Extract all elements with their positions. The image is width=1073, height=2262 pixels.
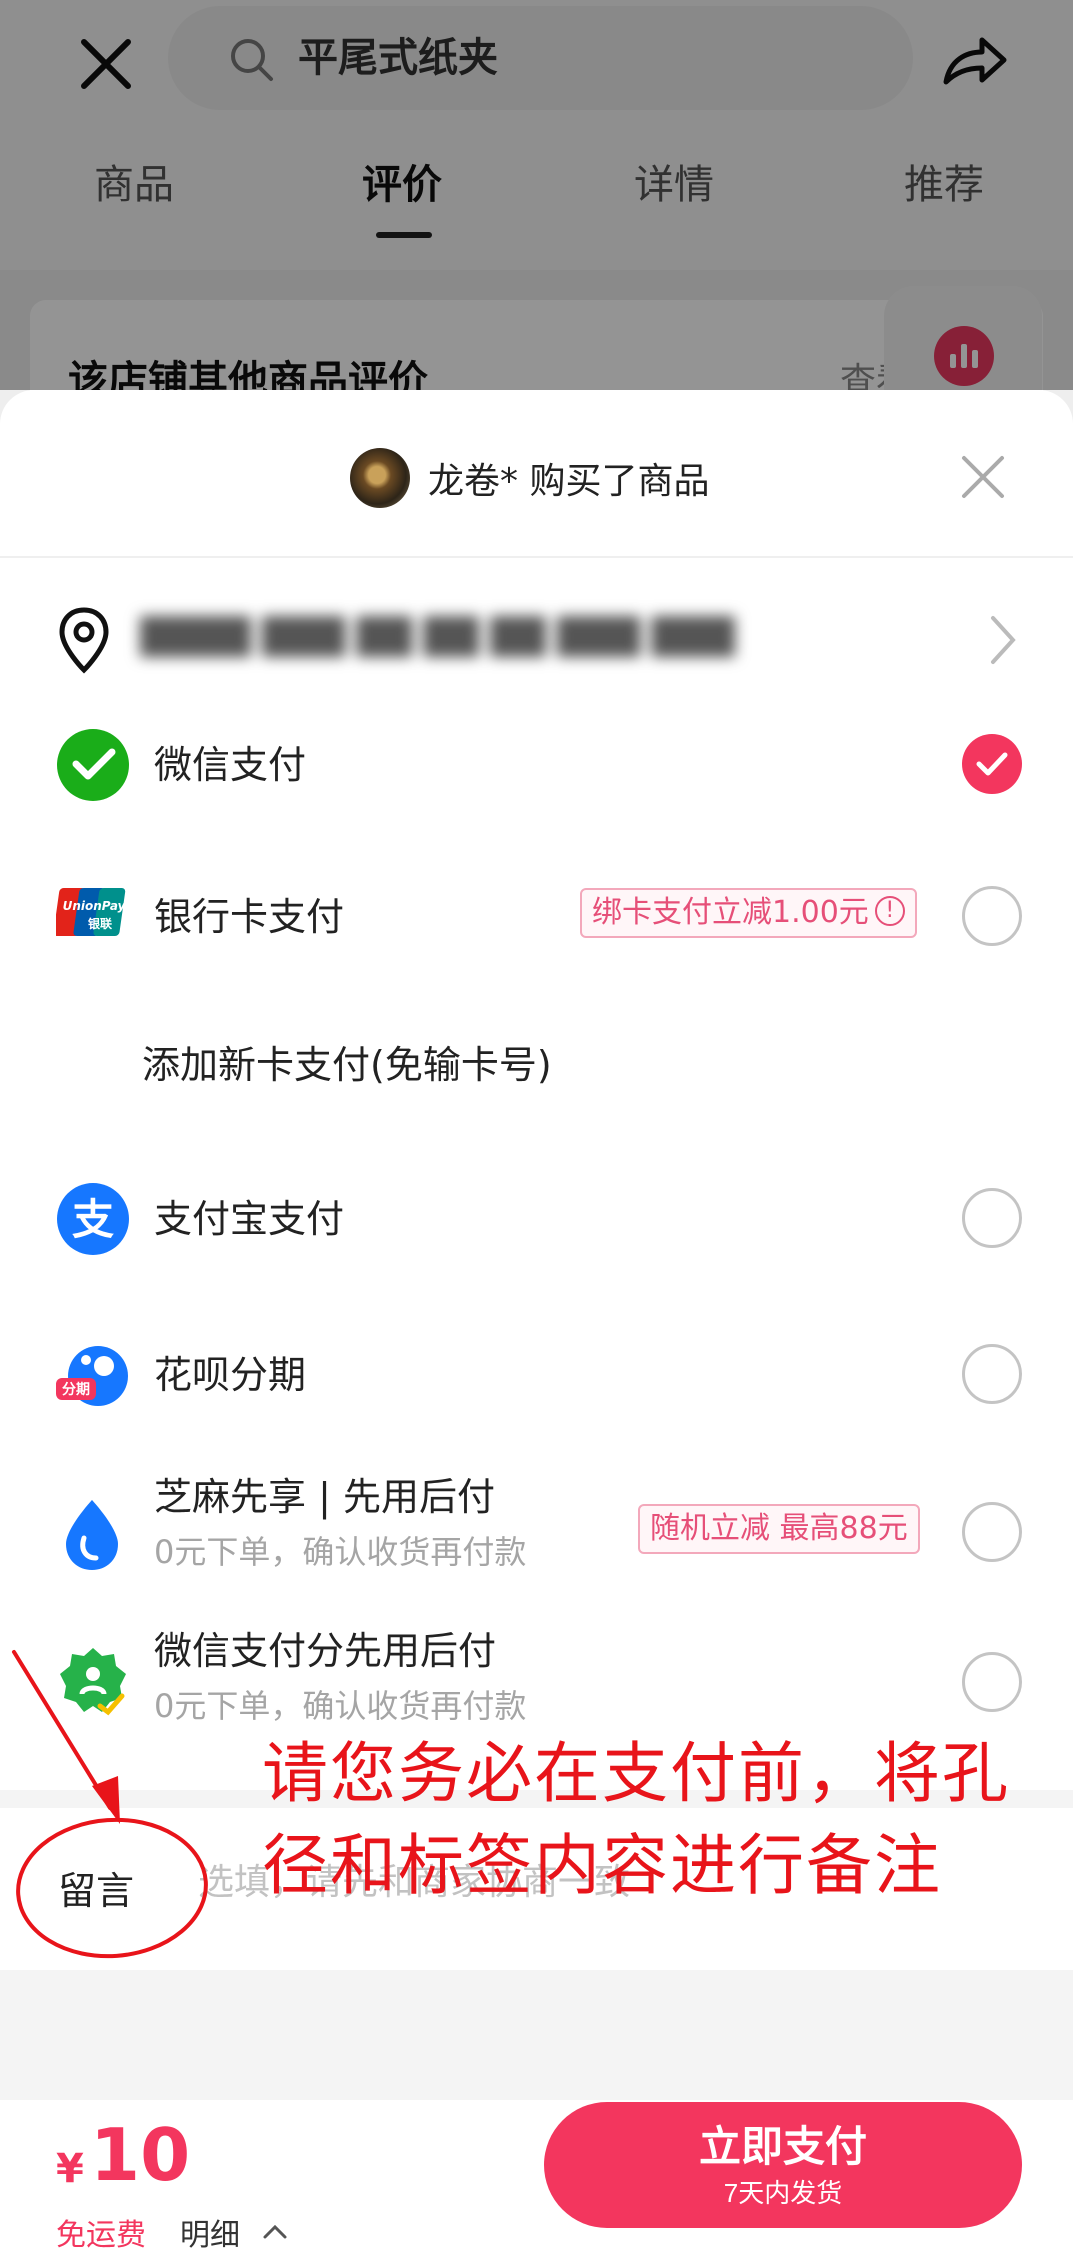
empty-area	[0, 1970, 1073, 2100]
payment-label: 微信支付	[154, 743, 307, 787]
buyer-text: 龙卷* 购买了商品	[428, 461, 710, 502]
radio-unselected[interactable]	[962, 1652, 1022, 1712]
checkout-bar: ¥ 10 免运费 明细 立即支付 7天内发货	[0, 2100, 1073, 2259]
buyer-info: 龙卷* 购买了商品	[350, 446, 709, 510]
radio-unselected[interactable]	[962, 1188, 1022, 1248]
svg-text:支: 支	[72, 1195, 114, 1244]
zhima-credit-icon	[66, 1500, 118, 1570]
add-card-label: 添加新卡支付(免输卡号)	[142, 1043, 552, 1087]
svg-text:分期: 分期	[62, 1382, 90, 1398]
pay-now-button[interactable]: 立即支付 7天内发货	[544, 2102, 1022, 2228]
close-icon[interactable]	[958, 452, 1008, 502]
message-label: 留言	[58, 1869, 135, 1913]
payment-option-wechat[interactable]: 微信支付	[0, 690, 1073, 840]
check-icon	[976, 752, 1008, 776]
info-icon[interactable]: !	[874, 895, 905, 926]
huabei-installment-icon: 分期	[56, 1346, 128, 1406]
svg-text:UnionPay: UnionPay	[63, 899, 127, 913]
payment-sheet: 龙卷* 购买了商品 ████ ███ ██ ██ ██ ███ ███ 微信支付	[0, 390, 1073, 2262]
radio-selected[interactable]	[962, 734, 1022, 794]
payment-label: 银行卡支付	[154, 895, 345, 939]
dim-overlay	[0, 0, 1073, 390]
svg-text:银联: 银联	[88, 916, 112, 931]
promo-badge: 随机立减 最高88元	[638, 1504, 920, 1554]
delivery-time-label: 7天内发货	[723, 2178, 843, 2208]
payment-option-huabei[interactable]: 分期 花呗分期	[0, 1306, 1073, 1456]
unionpay-icon: UnionPay 银联	[56, 888, 127, 936]
free-shipping-label: 免运费	[56, 2218, 146, 2253]
payment-option-alipay[interactable]: 支 支付宝支付	[0, 1150, 1073, 1300]
payment-option-zhima[interactable]: 芝麻先享 | 先用后付 0元下单，确认收货再付款 随机立减 最高88元	[0, 1460, 1073, 1610]
wechat-pay-icon	[57, 729, 129, 801]
sheet-header: 龙卷* 购买了商品	[0, 390, 1073, 558]
currency-symbol: ¥	[56, 2146, 84, 2192]
chevron-up-icon[interactable]	[262, 2222, 288, 2240]
payment-label: 微信支付分先用后付	[154, 1629, 497, 1673]
avatar	[350, 448, 410, 508]
payment-sublabel: 0元下单，确认收货再付款	[154, 1533, 527, 1571]
pay-now-label: 立即支付	[698, 2123, 867, 2170]
payment-option-bank-card[interactable]: UnionPay 银联 银行卡支付 绑卡支付立减1.00元!	[0, 846, 1073, 996]
add-new-card[interactable]: 添加新卡支付(免输卡号)	[0, 1000, 1073, 1130]
radio-unselected[interactable]	[962, 886, 1022, 946]
payment-label: 支付宝支付	[154, 1197, 345, 1241]
alipay-icon: 支	[57, 1183, 129, 1255]
wechat-score-icon	[60, 1648, 126, 1716]
chevron-right-icon	[991, 616, 1016, 664]
promo-badge: 绑卡支付立减1.00元!	[580, 888, 917, 938]
location-pin-icon	[59, 607, 109, 674]
address-text-masked: ████ ███ ██ ██ ██ ███ ███	[140, 616, 735, 657]
price-detail-toggle[interactable]: 明细	[180, 2210, 240, 2254]
radio-unselected[interactable]	[962, 1344, 1022, 1404]
radio-unselected[interactable]	[962, 1502, 1022, 1562]
annotation-note: 请您务必在支付前，将孔径和标签内容进行备注	[262, 1735, 1010, 1904]
payment-label: 花呗分期	[154, 1353, 307, 1397]
total-price: 10	[90, 2113, 191, 2197]
payment-label: 芝麻先享 | 先用后付	[154, 1475, 495, 1519]
payment-sublabel: 0元下单，确认收货再付款	[154, 1687, 527, 1725]
